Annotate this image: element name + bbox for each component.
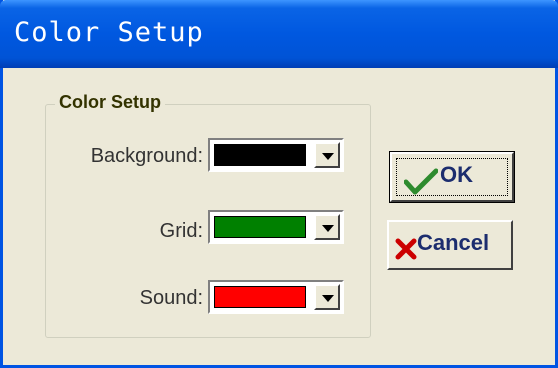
background-color-swatch bbox=[214, 144, 306, 166]
grid-label: Grid: bbox=[159, 220, 203, 242]
ok-button[interactable]: OK bbox=[389, 151, 515, 203]
cancel-button-label: Cancel bbox=[417, 230, 490, 255]
groupbox-title: Color Setup bbox=[55, 92, 165, 113]
chevron-down-icon bbox=[322, 153, 334, 160]
color-setup-dialog: Color Setup Color Setup Background: Grid… bbox=[0, 0, 558, 368]
background-color-dropdown[interactable] bbox=[208, 138, 344, 172]
background-label: Background: bbox=[90, 145, 203, 167]
chevron-down-icon bbox=[322, 225, 334, 232]
window-title: Color Setup bbox=[14, 17, 204, 48]
sound-color-swatch bbox=[214, 286, 306, 308]
cross-icon bbox=[395, 238, 417, 260]
cancel-button[interactable]: Cancel bbox=[387, 220, 513, 270]
background-dropdown-button[interactable] bbox=[314, 142, 340, 168]
grid-dropdown-button[interactable] bbox=[314, 214, 340, 240]
sound-color-dropdown[interactable] bbox=[208, 280, 344, 314]
chevron-down-icon bbox=[322, 295, 334, 302]
grid-color-dropdown[interactable] bbox=[208, 210, 344, 244]
sound-dropdown-button[interactable] bbox=[314, 284, 340, 310]
ok-button-label: OK bbox=[440, 162, 473, 187]
checkmark-icon bbox=[404, 168, 438, 195]
sound-label: Sound: bbox=[139, 287, 203, 309]
grid-color-swatch bbox=[214, 216, 306, 238]
title-bar[interactable]: Color Setup bbox=[0, 0, 558, 68]
